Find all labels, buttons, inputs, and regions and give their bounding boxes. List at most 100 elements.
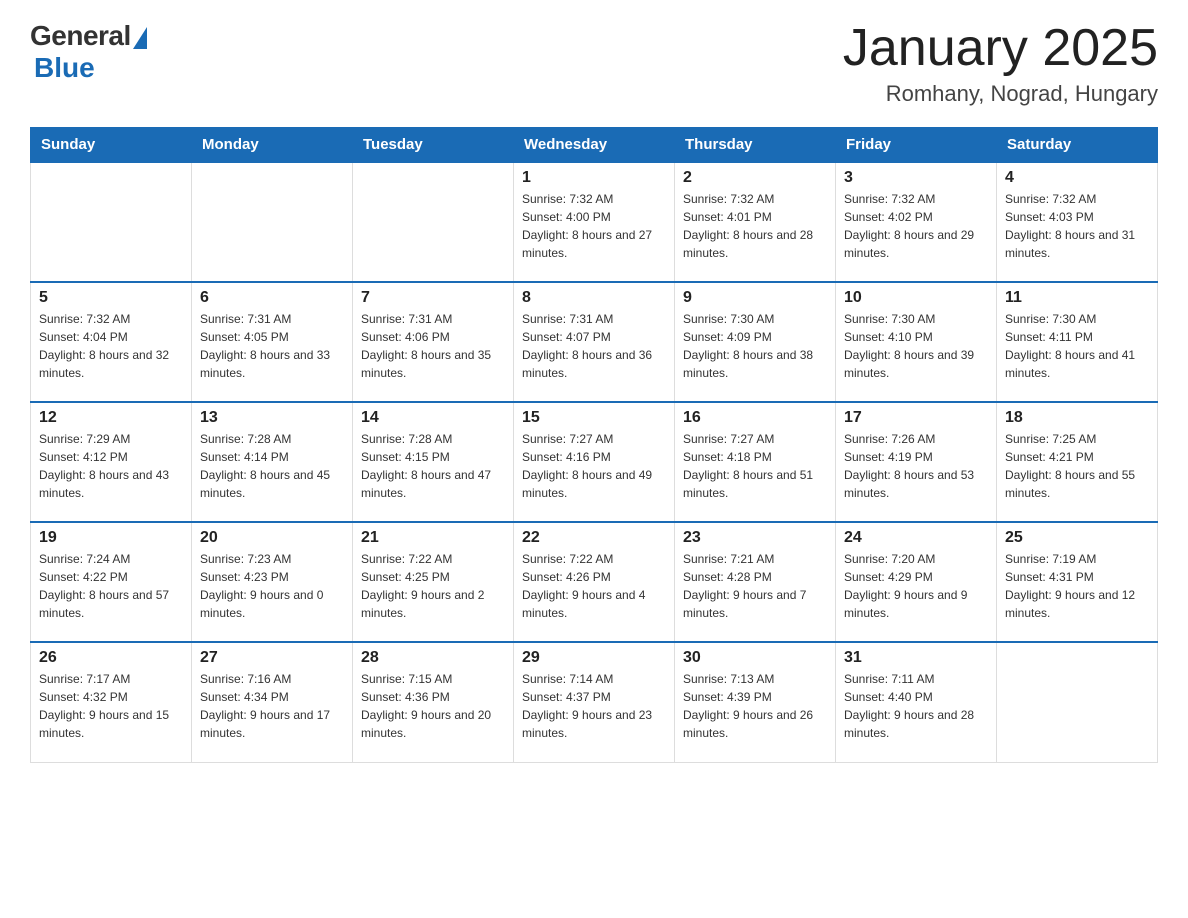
calendar-cell: 17Sunrise: 7:26 AMSunset: 4:19 PMDayligh… xyxy=(836,402,997,522)
day-number: 1 xyxy=(522,169,666,187)
calendar-week-2: 5 Sunrise: 7:32 AMSunset: 4:04 PMDaylight… xyxy=(31,282,1158,402)
day-info: Sunrise: 7:23 AMSunset: 4:23 PMDaylight:… xyxy=(200,550,344,622)
calendar-table: SundayMondayTuesdayWednesdayThursdayFrid… xyxy=(30,127,1158,763)
day-info: Sunrise: 7:27 AMSunset: 4:18 PMDaylight:… xyxy=(683,430,827,502)
day-info: Sunrise: 7:27 AMSunset: 4:16 PMDaylight:… xyxy=(522,430,666,502)
day-number: 4 xyxy=(1005,169,1149,187)
day-number: 13 xyxy=(200,409,344,427)
day-number: 3 xyxy=(844,169,988,187)
calendar-cell: 23Sunrise: 7:21 AMSunset: 4:28 PMDayligh… xyxy=(675,522,836,642)
calendar-body: 1Sunrise: 7:32 AMSunset: 4:00 PMDaylight… xyxy=(31,162,1158,762)
calendar-cell xyxy=(353,162,514,282)
day-info: Sunrise: 7:22 AMSunset: 4:26 PMDaylight:… xyxy=(522,550,666,622)
day-info: Sunrise: 7:28 AMSunset: 4:14 PMDaylight:… xyxy=(200,430,344,502)
day-number: 20 xyxy=(200,529,344,547)
day-number: 22 xyxy=(522,529,666,547)
column-header-monday: Monday xyxy=(192,128,353,163)
calendar-cell: 29 Sunrise: 7:14 AMSunset: 4:37 PMDayligh… xyxy=(514,642,675,762)
day-number: 24 xyxy=(844,529,988,547)
day-number: 30 xyxy=(683,649,827,667)
day-info: Sunrise: 7:30 AMSunset: 4:09 PMDaylight:… xyxy=(683,310,827,382)
calendar-cell: 30 Sunrise: 7:13 AMSunset: 4:39 PMDayligh… xyxy=(675,642,836,762)
day-info: Sunrise: 7:15 AMSunset: 4:36 PMDaylight:… xyxy=(361,670,505,742)
day-info: Sunrise: 7:31 AMSunset: 4:05 PMDaylight:… xyxy=(200,310,344,382)
day-info: Sunrise: 7:11 AMSunset: 4:40 PMDaylight:… xyxy=(844,670,988,742)
calendar-subtitle: Romhany, Nograd, Hungary xyxy=(843,81,1158,107)
day-number: 11 xyxy=(1005,289,1149,307)
calendar-cell: 24 Sunrise: 7:20 AMSunset: 4:29 PMDayligh… xyxy=(836,522,997,642)
day-info: Sunrise: 7:32 AMSunset: 4:03 PMDaylight:… xyxy=(1005,190,1149,262)
day-info: Sunrise: 7:13 AMSunset: 4:39 PMDaylight:… xyxy=(683,670,827,742)
calendar-week-5: 26 Sunrise: 7:17 AMSunset: 4:32 PMDayligh… xyxy=(31,642,1158,762)
day-number: 23 xyxy=(683,529,827,547)
calendar-cell xyxy=(31,162,192,282)
calendar-title: January 2025 xyxy=(843,20,1158,77)
calendar-cell: 28 Sunrise: 7:15 AMSunset: 4:36 PMDayligh… xyxy=(353,642,514,762)
calendar-cell: 18 Sunrise: 7:25 AMSunset: 4:21 PMDayligh… xyxy=(997,402,1158,522)
calendar-cell: 20 Sunrise: 7:23 AMSunset: 4:23 PMDayligh… xyxy=(192,522,353,642)
header-row: SundayMondayTuesdayWednesdayThursdayFrid… xyxy=(31,128,1158,163)
day-info: Sunrise: 7:22 AMSunset: 4:25 PMDaylight:… xyxy=(361,550,505,622)
calendar-cell xyxy=(192,162,353,282)
calendar-cell: 4 Sunrise: 7:32 AMSunset: 4:03 PMDaylight… xyxy=(997,162,1158,282)
logo-triangle-icon xyxy=(133,27,147,49)
column-header-wednesday: Wednesday xyxy=(514,128,675,163)
day-number: 26 xyxy=(39,649,183,667)
calendar-week-1: 1Sunrise: 7:32 AMSunset: 4:00 PMDaylight… xyxy=(31,162,1158,282)
calendar-cell: 7Sunrise: 7:31 AMSunset: 4:06 PMDaylight… xyxy=(353,282,514,402)
day-number: 10 xyxy=(844,289,988,307)
day-number: 14 xyxy=(361,409,505,427)
day-info: Sunrise: 7:32 AMSunset: 4:02 PMDaylight:… xyxy=(844,190,988,262)
day-number: 5 xyxy=(39,289,183,307)
logo: General Blue xyxy=(30,20,147,84)
calendar-cell: 16 Sunrise: 7:27 AMSunset: 4:18 PMDayligh… xyxy=(675,402,836,522)
calendar-week-3: 12Sunrise: 7:29 AMSunset: 4:12 PMDayligh… xyxy=(31,402,1158,522)
day-number: 7 xyxy=(361,289,505,307)
day-info: Sunrise: 7:30 AMSunset: 4:10 PMDaylight:… xyxy=(844,310,988,382)
calendar-cell: 8 Sunrise: 7:31 AMSunset: 4:07 PMDaylight… xyxy=(514,282,675,402)
calendar-cell: 19Sunrise: 7:24 AMSunset: 4:22 PMDayligh… xyxy=(31,522,192,642)
calendar-header: SundayMondayTuesdayWednesdayThursdayFrid… xyxy=(31,128,1158,163)
day-info: Sunrise: 7:19 AMSunset: 4:31 PMDaylight:… xyxy=(1005,550,1149,622)
day-info: Sunrise: 7:30 AMSunset: 4:11 PMDaylight:… xyxy=(1005,310,1149,382)
column-header-friday: Friday xyxy=(836,128,997,163)
day-info: Sunrise: 7:32 AMSunset: 4:04 PMDaylight:… xyxy=(39,310,183,382)
calendar-cell: 3 Sunrise: 7:32 AMSunset: 4:02 PMDaylight… xyxy=(836,162,997,282)
logo-blue-text: Blue xyxy=(34,52,95,84)
calendar-cell: 1Sunrise: 7:32 AMSunset: 4:00 PMDaylight… xyxy=(514,162,675,282)
day-info: Sunrise: 7:26 AMSunset: 4:19 PMDaylight:… xyxy=(844,430,988,502)
calendar-cell: 15Sunrise: 7:27 AMSunset: 4:16 PMDayligh… xyxy=(514,402,675,522)
day-number: 9 xyxy=(683,289,827,307)
day-info: Sunrise: 7:17 AMSunset: 4:32 PMDaylight:… xyxy=(39,670,183,742)
column-header-sunday: Sunday xyxy=(31,128,192,163)
calendar-cell: 14Sunrise: 7:28 AMSunset: 4:15 PMDayligh… xyxy=(353,402,514,522)
calendar-cell: 31 Sunrise: 7:11 AMSunset: 4:40 PMDayligh… xyxy=(836,642,997,762)
day-info: Sunrise: 7:14 AMSunset: 4:37 PMDaylight:… xyxy=(522,670,666,742)
day-info: Sunrise: 7:24 AMSunset: 4:22 PMDaylight:… xyxy=(39,550,183,622)
calendar-cell: 22 Sunrise: 7:22 AMSunset: 4:26 PMDayligh… xyxy=(514,522,675,642)
calendar-cell: 26 Sunrise: 7:17 AMSunset: 4:32 PMDayligh… xyxy=(31,642,192,762)
column-header-tuesday: Tuesday xyxy=(353,128,514,163)
day-number: 8 xyxy=(522,289,666,307)
day-number: 16 xyxy=(683,409,827,427)
logo-general-text: General xyxy=(30,20,131,52)
calendar-cell: 12Sunrise: 7:29 AMSunset: 4:12 PMDayligh… xyxy=(31,402,192,522)
title-block: January 2025 Romhany, Nograd, Hungary xyxy=(843,20,1158,107)
day-info: Sunrise: 7:31 AMSunset: 4:07 PMDaylight:… xyxy=(522,310,666,382)
day-number: 6 xyxy=(200,289,344,307)
day-info: Sunrise: 7:32 AMSunset: 4:01 PMDaylight:… xyxy=(683,190,827,262)
day-number: 28 xyxy=(361,649,505,667)
column-header-thursday: Thursday xyxy=(675,128,836,163)
day-number: 31 xyxy=(844,649,988,667)
day-number: 18 xyxy=(1005,409,1149,427)
day-info: Sunrise: 7:25 AMSunset: 4:21 PMDaylight:… xyxy=(1005,430,1149,502)
calendar-cell: 9 Sunrise: 7:30 AMSunset: 4:09 PMDaylight… xyxy=(675,282,836,402)
day-info: Sunrise: 7:20 AMSunset: 4:29 PMDaylight:… xyxy=(844,550,988,622)
calendar-cell: 6 Sunrise: 7:31 AMSunset: 4:05 PMDaylight… xyxy=(192,282,353,402)
column-header-saturday: Saturday xyxy=(997,128,1158,163)
calendar-cell: 13 Sunrise: 7:28 AMSunset: 4:14 PMDayligh… xyxy=(192,402,353,522)
page-header: General Blue January 2025 Romhany, Nogra… xyxy=(30,20,1158,107)
calendar-cell: 11 Sunrise: 7:30 AMSunset: 4:11 PMDayligh… xyxy=(997,282,1158,402)
day-number: 12 xyxy=(39,409,183,427)
day-number: 29 xyxy=(522,649,666,667)
